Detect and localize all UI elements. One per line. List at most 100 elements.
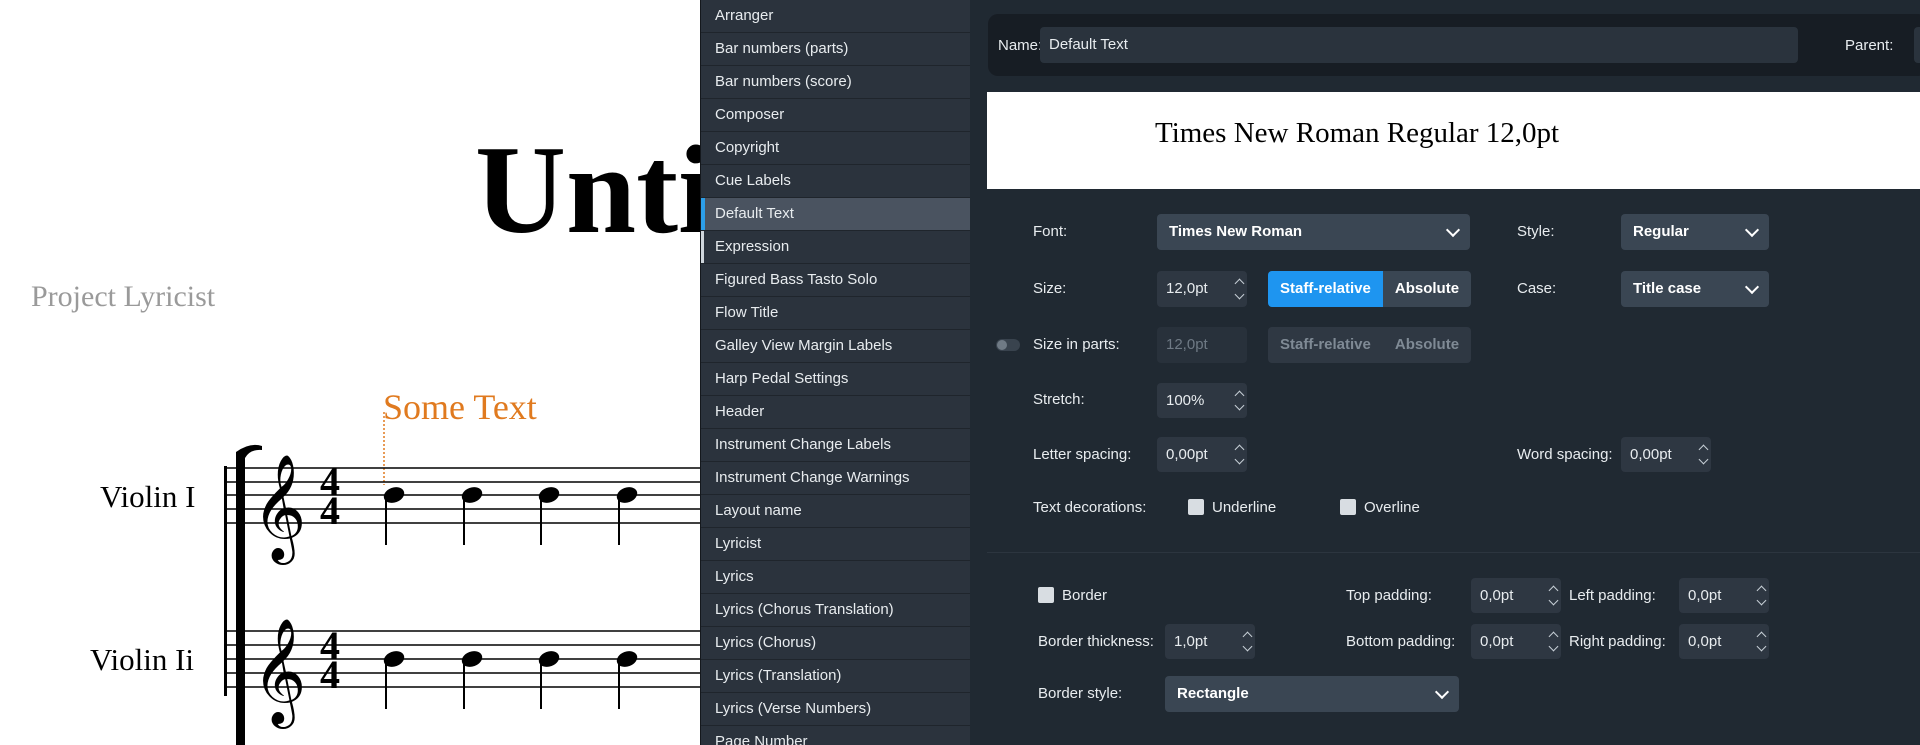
- stepper-arrows-icon[interactable]: [1547, 624, 1561, 659]
- notes-staff-2: [383, 651, 638, 709]
- section-divider: [987, 552, 1920, 553]
- list-item[interactable]: Flow Title: [701, 297, 971, 329]
- font-select-value: Times New Roman: [1169, 223, 1303, 240]
- score-view[interactable]: Untit Project Lyricist Some Text Violin …: [0, 0, 700, 745]
- system-barline: [224, 466, 227, 696]
- top-padding-value: 0,0pt: [1480, 587, 1514, 604]
- list-item[interactable]: Cue Labels: [701, 165, 971, 197]
- list-item[interactable]: Figured Bass Tasto Solo: [701, 264, 971, 296]
- text-decorations-label: Text decorations:: [1033, 499, 1147, 516]
- left-padding-stepper[interactable]: 0,0pt: [1679, 578, 1769, 613]
- list-item[interactable]: Expression: [701, 231, 971, 263]
- svg-text:4: 4: [320, 488, 340, 533]
- notes-staff-1: [383, 487, 638, 545]
- size-mode-toggle[interactable]: Staff-relative Absolute: [1268, 271, 1472, 307]
- border-thickness-label: Border thickness:: [1038, 633, 1154, 650]
- left-padding-label: Left padding:: [1569, 587, 1656, 604]
- list-item[interactable]: Lyrics (Chorus): [701, 627, 971, 659]
- font-label: Font:: [1033, 223, 1068, 240]
- list-item[interactable]: Lyrics (Translation): [701, 660, 971, 692]
- stretch-label: Stretch:: [1033, 391, 1085, 408]
- parent-select[interactable]: (N: [1914, 27, 1920, 63]
- bottom-padding-label: Bottom padding:: [1346, 633, 1456, 650]
- list-item[interactable]: Lyrics (Verse Numbers): [701, 693, 971, 725]
- border-checkbox[interactable]: [1038, 587, 1054, 603]
- stretch-stepper[interactable]: 100%: [1157, 383, 1247, 418]
- system-bracket: [236, 452, 245, 745]
- right-padding-stepper[interactable]: 0,0pt: [1679, 624, 1769, 659]
- case-select[interactable]: Title case: [1621, 271, 1769, 307]
- paragraph-style-editor: Name: Default Text Parent: (N Times New …: [970, 0, 1920, 745]
- right-padding-value: 0,0pt: [1688, 633, 1722, 650]
- border-thickness-value: 1,0pt: [1174, 633, 1208, 650]
- letter-spacing-stepper[interactable]: 0,00pt: [1157, 437, 1247, 472]
- list-item[interactable]: Bar numbers (parts): [701, 33, 971, 65]
- list-item[interactable]: Bar numbers (score): [701, 66, 971, 98]
- word-spacing-stepper[interactable]: 0,00pt: [1621, 437, 1711, 472]
- absolute-button-disabled[interactable]: Absolute: [1382, 327, 1472, 363]
- size-in-parts-input[interactable]: 12,0pt: [1157, 327, 1247, 363]
- absolute-button[interactable]: Absolute: [1382, 271, 1472, 307]
- size-stepper[interactable]: 12,0pt: [1157, 271, 1247, 307]
- letter-spacing-value: 0,00pt: [1166, 446, 1208, 463]
- stepper-arrows-icon[interactable]: [1755, 578, 1769, 613]
- name-bar: Name: Default Text Parent: (N: [988, 14, 1920, 76]
- style-select[interactable]: Regular: [1621, 214, 1769, 250]
- list-item[interactable]: Galley View Margin Labels: [701, 330, 971, 362]
- letter-spacing-label: Letter spacing:: [1033, 446, 1132, 463]
- list-item[interactable]: Layout name: [701, 495, 971, 527]
- stepper-arrows-icon[interactable]: [1241, 624, 1255, 659]
- staff-relative-button-disabled[interactable]: Staff-relative: [1268, 327, 1383, 363]
- size-in-parts-toggle[interactable]: [996, 339, 1020, 351]
- left-padding-value: 0,0pt: [1688, 587, 1722, 604]
- bottom-padding-value: 0,0pt: [1480, 633, 1514, 650]
- stepper-arrows-icon[interactable]: [1233, 437, 1247, 472]
- stepper-arrows-icon[interactable]: [1233, 271, 1247, 307]
- stepper-arrows-icon[interactable]: [1233, 383, 1247, 418]
- overline-checkbox[interactable]: [1340, 499, 1356, 515]
- overline-label: Overline: [1364, 499, 1420, 516]
- font-preview: Times New Roman Regular 12,0pt: [987, 92, 1920, 189]
- parent-label: Parent:: [1845, 37, 1894, 54]
- stepper-arrows-icon[interactable]: [1547, 578, 1561, 613]
- treble-clef-2: 𝄞: [252, 617, 306, 729]
- stepper-arrows-icon[interactable]: [1697, 437, 1711, 472]
- border-thickness-stepper[interactable]: 1,0pt: [1165, 624, 1255, 659]
- list-item[interactable]: Copyright: [701, 132, 971, 164]
- preview-text: Times New Roman Regular 12,0pt: [1155, 117, 1560, 149]
- list-item-selected[interactable]: Default Text: [701, 198, 971, 230]
- border-style-value: Rectangle: [1177, 685, 1249, 702]
- staff-relative-button[interactable]: Staff-relative: [1268, 271, 1383, 307]
- time-signatures: 44 44: [320, 459, 340, 697]
- size-label: Size:: [1033, 280, 1067, 297]
- size-value: 12,0pt: [1166, 280, 1208, 297]
- underline-label: Underline: [1212, 499, 1277, 516]
- list-item[interactable]: Page Number: [701, 726, 971, 745]
- list-item[interactable]: Lyrics: [701, 561, 971, 593]
- name-input[interactable]: Default Text: [1040, 27, 1798, 63]
- list-item[interactable]: Composer: [701, 99, 971, 131]
- list-item[interactable]: Harp Pedal Settings: [701, 363, 971, 395]
- list-item[interactable]: Lyricist: [701, 528, 971, 560]
- list-item[interactable]: Instrument Change Warnings: [701, 462, 971, 494]
- list-item[interactable]: Arranger: [701, 0, 971, 32]
- name-label: Name:: [998, 37, 1043, 54]
- svg-text:4: 4: [320, 652, 340, 697]
- word-spacing-label: Word spacing:: [1517, 446, 1613, 463]
- list-item[interactable]: Header: [701, 396, 971, 428]
- bottom-padding-stepper[interactable]: 0,0pt: [1471, 624, 1561, 659]
- list-item[interactable]: Instrument Change Labels: [701, 429, 971, 461]
- style-label: Style:: [1517, 223, 1555, 240]
- case-select-value: Title case: [1633, 280, 1702, 297]
- case-label: Case:: [1517, 280, 1557, 297]
- border-style-select[interactable]: Rectangle: [1165, 676, 1459, 712]
- size-in-parts-mode-toggle[interactable]: Staff-relative Absolute: [1268, 327, 1472, 363]
- stepper-arrows-icon[interactable]: [1755, 624, 1769, 659]
- list-item[interactable]: Lyrics (Chorus Translation): [701, 594, 971, 626]
- top-padding-stepper[interactable]: 0,0pt: [1471, 578, 1561, 613]
- underline-checkbox[interactable]: [1188, 499, 1204, 515]
- stretch-value: 100%: [1166, 392, 1205, 409]
- paragraph-styles-list[interactable]: Arranger Bar numbers (parts) Bar numbers…: [700, 0, 971, 745]
- font-select[interactable]: Times New Roman: [1157, 214, 1470, 250]
- word-spacing-value: 0,00pt: [1630, 446, 1672, 463]
